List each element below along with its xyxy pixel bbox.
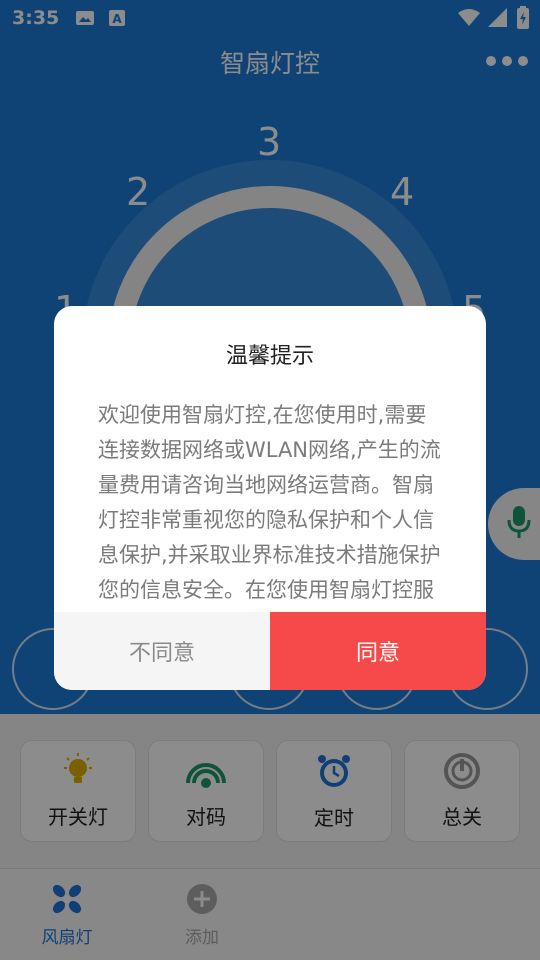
privacy-dialog: 温馨提示 欢迎使用智扇灯控,在您使用时,需要连接数据网络或WLAN网络,产生的流… [54,306,486,690]
dialog-title: 温馨提示 [225,344,314,369]
dialog-buttons: 不同意 同意 [54,612,486,690]
dialog-body[interactable]: 欢迎使用智扇灯控,在您使用时,需要连接数据网络或WLAN网络,产生的流量费用请咨… [98,398,444,612]
agree-button[interactable]: 同意 [270,612,486,690]
disagree-button[interactable]: 不同意 [54,612,270,690]
